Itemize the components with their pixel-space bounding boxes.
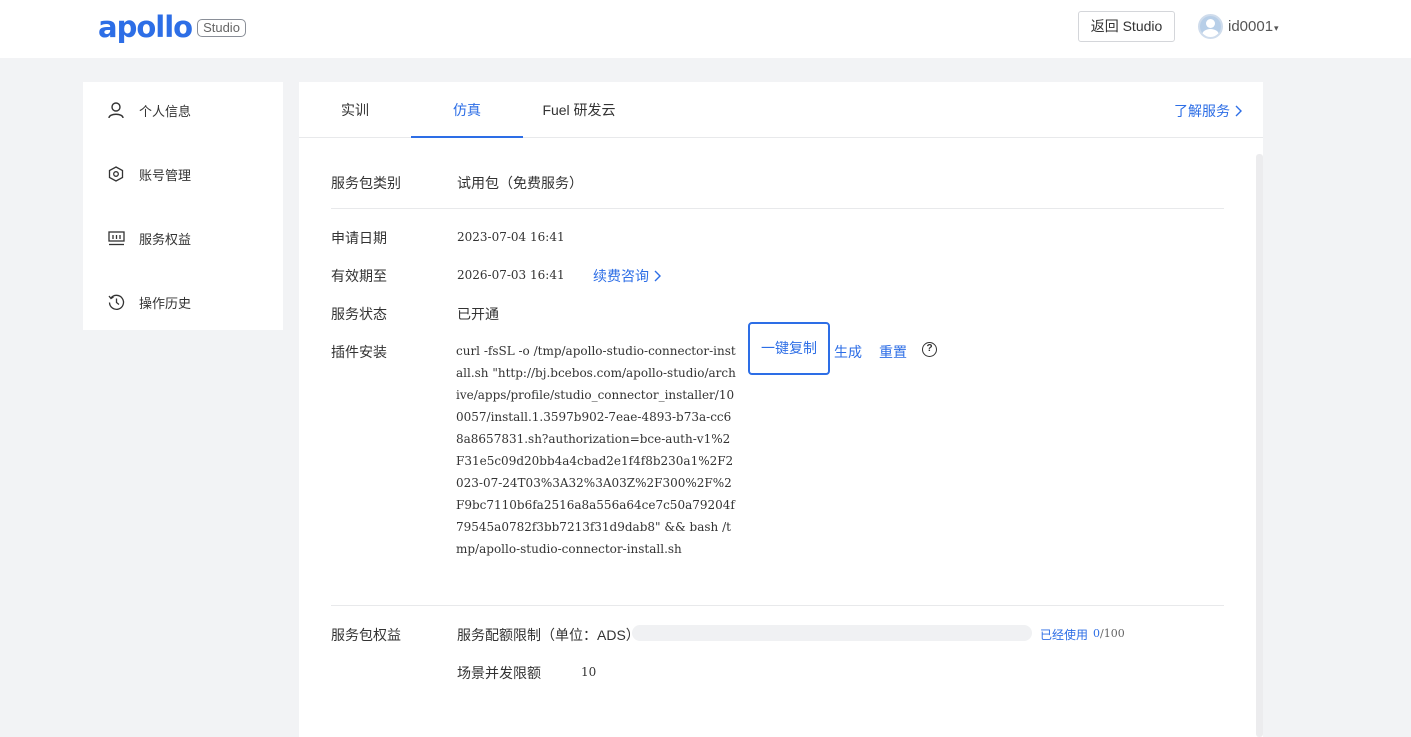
package-benefits-label: 服务包权益: [331, 627, 401, 643]
tab-training[interactable]: 实训: [319, 82, 391, 138]
quota-used-label: 已经使用: [1040, 628, 1089, 642]
package-type-label: 服务包类别: [331, 175, 401, 191]
sidebar-item-label: 服务权益: [139, 231, 192, 247]
top-bar: apollo Studio 返回 Studio id0001 ▾: [0, 0, 1411, 58]
sidebar-item-label: 操作历史: [139, 295, 192, 311]
package-type-value: 试用包（免费服务）: [457, 175, 583, 191]
back-to-studio-button[interactable]: 返回 Studio: [1078, 11, 1175, 42]
avatar: [1198, 14, 1223, 39]
apply-date-value: 2023-07-04 16:41: [457, 230, 565, 244]
valid-until-label: 有效期至: [331, 268, 387, 284]
chevron-right-icon: [654, 270, 661, 282]
quota-limit-label: 服务配额限制（单位：ADS）: [457, 627, 640, 643]
generate-button[interactable]: 生成: [834, 342, 862, 362]
divider: [331, 208, 1224, 209]
quota-progress-bar: [632, 625, 1032, 641]
install-command[interactable]: curl -fsSL -o /tmp/apollo-studio-connect…: [456, 340, 738, 560]
chevron-down-icon: ▾: [1274, 22, 1279, 33]
concurrency-limit-value: 10: [581, 665, 597, 679]
sidebar-item-history[interactable]: 操作历史: [83, 282, 283, 322]
scrollbar[interactable]: [1256, 154, 1263, 737]
sidebar-item-label: 个人信息: [139, 103, 192, 119]
copy-command-button[interactable]: 一键复制: [748, 322, 830, 375]
history-icon: [107, 293, 125, 311]
apply-date-label: 申请日期: [331, 230, 387, 246]
user-name: id0001: [1228, 18, 1274, 35]
tab-fuel-cloud[interactable]: Fuel 研发云: [533, 82, 625, 138]
settings-icon: [107, 165, 125, 183]
sidebar-item-label: 账号管理: [139, 167, 192, 183]
sidebar: 个人信息 账号管理 服务权益 操作历史: [83, 82, 283, 330]
quota-used-value: 0: [1093, 627, 1100, 640]
divider: [331, 605, 1224, 606]
sidebar-item-account[interactable]: 账号管理: [83, 154, 283, 194]
quota-total-value: /100: [1100, 627, 1125, 640]
renew-consult-label: 续费咨询: [593, 268, 649, 284]
logo-badge: Studio: [197, 19, 246, 37]
user-menu[interactable]: id0001 ▾: [1198, 14, 1279, 39]
help-icon[interactable]: ?: [922, 342, 937, 357]
learn-more-label: 了解服务: [1174, 103, 1230, 119]
apollo-logo[interactable]: apollo Studio: [98, 12, 246, 42]
service-status-value: 已开通: [457, 306, 499, 322]
concurrency-limit-label: 场景并发限额: [457, 665, 541, 681]
renew-consult-link[interactable]: 续费咨询: [593, 266, 662, 286]
plugin-install-label: 插件安装: [331, 344, 387, 360]
sidebar-item-profile[interactable]: 个人信息: [83, 90, 283, 130]
chevron-right-icon: [1235, 105, 1242, 117]
user-icon: [107, 101, 125, 119]
reset-button[interactable]: 重置: [879, 342, 907, 362]
valid-until-value: 2026-07-03 16:41: [457, 268, 565, 282]
sidebar-item-benefits[interactable]: 服务权益: [83, 218, 283, 258]
logo-text: apollo: [98, 10, 193, 44]
benefits-icon: [107, 229, 125, 247]
service-status-label: 服务状态: [331, 306, 387, 322]
tab-bar: 实训 仿真 Fuel 研发云 了解服务: [299, 82, 1263, 138]
tab-simulation[interactable]: 仿真: [411, 82, 523, 138]
learn-more-link[interactable]: 了解服务: [1174, 101, 1243, 121]
